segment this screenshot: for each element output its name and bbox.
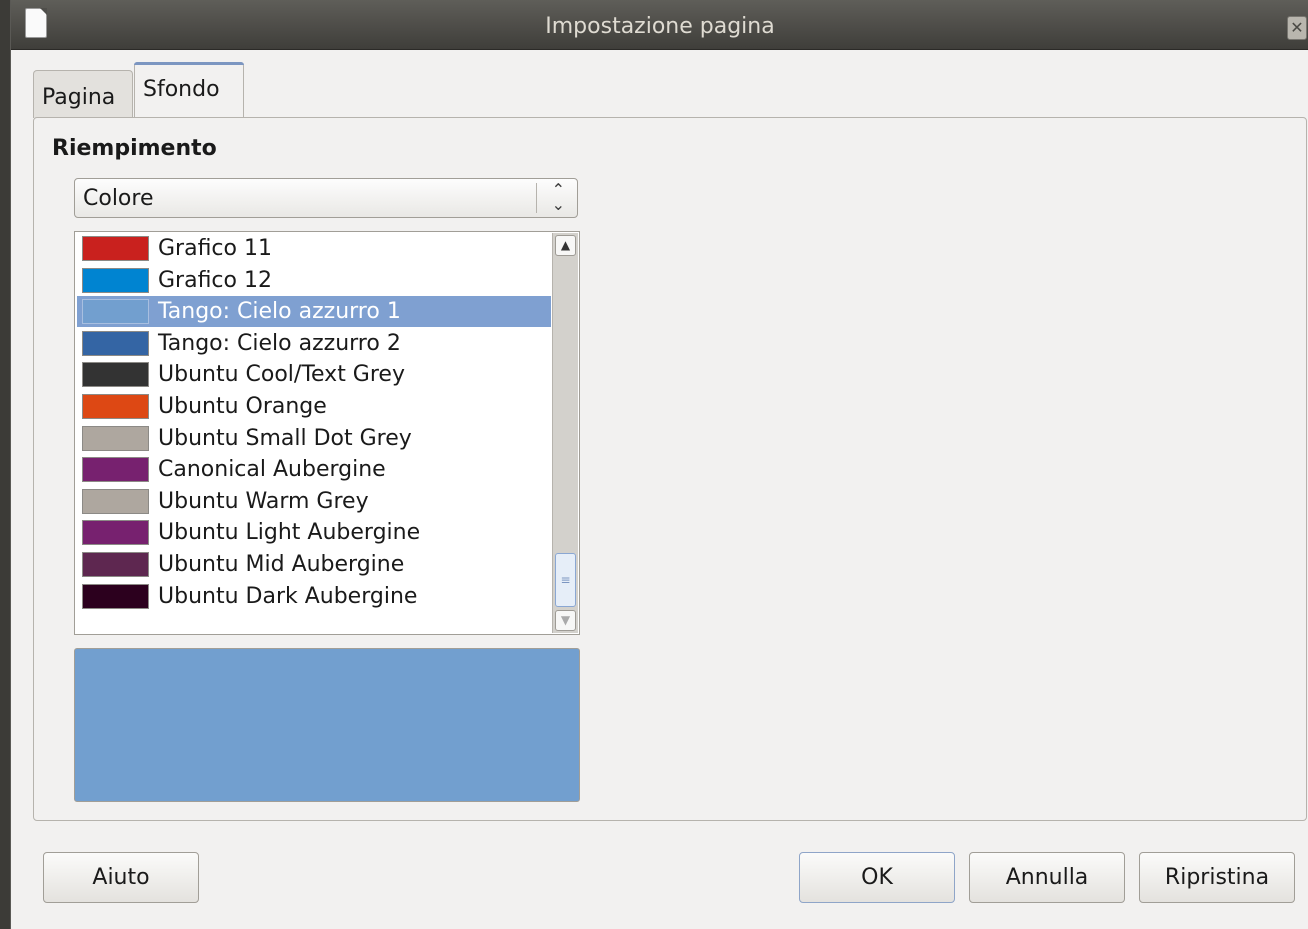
cancel-button[interactable]: Annulla [969,852,1125,903]
color-name: Ubuntu Mid Aubergine [158,552,405,577]
color-swatch [82,330,149,356]
color-swatch [82,362,149,388]
color-name: Canonical Aubergine [158,457,386,483]
color-name: Grafico 11 [158,236,272,261]
color-list-item[interactable]: Ubuntu Warm Grey [77,486,551,517]
window-title: Impostazione pagina [545,14,775,39]
color-swatch [82,520,149,546]
color-swatch [82,267,149,293]
color-name: Ubuntu Orange [158,394,327,419]
color-name: Ubuntu Small Dot Grey [158,425,412,451]
help-button[interactable]: Aiuto [43,852,199,903]
color-name: Tango: Cielo azzurro 2 [158,330,401,356]
color-list-item[interactable]: Grafico 12 [77,265,551,296]
color-name: Tango: Cielo azzurro 1 [158,299,401,325]
color-name: Ubuntu Light Aubergine [158,520,421,546]
color-list-item[interactable]: Grafico 11 [77,233,551,264]
color-list-item[interactable]: Tango: Cielo azzurro 1 [77,296,551,328]
background-panel: Riempimento Colore ⌃ ⌄ Grafico 11 Grafico … [33,117,1307,821]
color-list-item[interactable]: Ubuntu Light Aubergine [77,517,551,548]
ok-button[interactable]: OK [799,852,955,903]
up-down-chevron-icon: ⌃ ⌄ [551,180,565,214]
scroll-down-arrow-icon[interactable]: ▼ [555,610,576,631]
scroll-up-arrow-icon[interactable]: ▲ [555,235,576,256]
color-list[interactable]: Grafico 11 Grafico 12 Tango: Cielo azzurro… [74,231,580,635]
fill-section-label: Riempimento [52,136,217,161]
color-swatch [82,236,149,261]
page-setup-dialog: Impostazione pagina ✕ Pagina Sfondo Riem… [10,0,1308,929]
color-name: Ubuntu Dark Aubergine [158,583,418,609]
reset-button[interactable]: Ripristina [1139,852,1295,903]
color-name: Ubuntu Warm Grey [158,488,369,514]
color-swatch [82,552,149,577]
color-name: Grafico 12 [158,267,272,293]
scroll-thumb[interactable]: ≡ [555,553,576,607]
color-list-item[interactable]: Tango: Cielo azzurro 2 [77,328,551,359]
color-list-scrollbar[interactable]: ▲ ≡ ▼ [552,233,578,633]
title-bar: Impostazione pagina ✕ [11,0,1308,50]
tab-sfondo[interactable]: Sfondo [134,62,244,118]
color-swatch [82,425,149,451]
select-divider [536,183,537,213]
color-swatch [82,488,149,514]
color-list-item[interactable]: Canonical Aubergine [77,454,551,485]
color-preview [74,648,580,802]
color-swatch [82,457,149,483]
fill-type-value: Colore [83,186,154,211]
color-swatch [82,299,149,325]
color-swatch [82,394,149,419]
color-list-item[interactable]: Ubuntu Orange [77,391,551,422]
color-swatch [82,583,149,609]
color-list-item[interactable]: Ubuntu Cool/Text Grey [77,359,551,390]
fill-type-select[interactable]: Colore ⌃ ⌄ [74,178,578,218]
close-icon[interactable]: ✕ [1287,16,1307,40]
color-name: Ubuntu Cool/Text Grey [158,362,405,388]
color-list-item[interactable]: Ubuntu Small Dot Grey [77,423,551,454]
color-list-item[interactable]: Ubuntu Dark Aubergine [77,581,551,612]
color-list-item[interactable]: Ubuntu Mid Aubergine [77,549,551,580]
tab-pagina[interactable]: Pagina [33,70,133,118]
